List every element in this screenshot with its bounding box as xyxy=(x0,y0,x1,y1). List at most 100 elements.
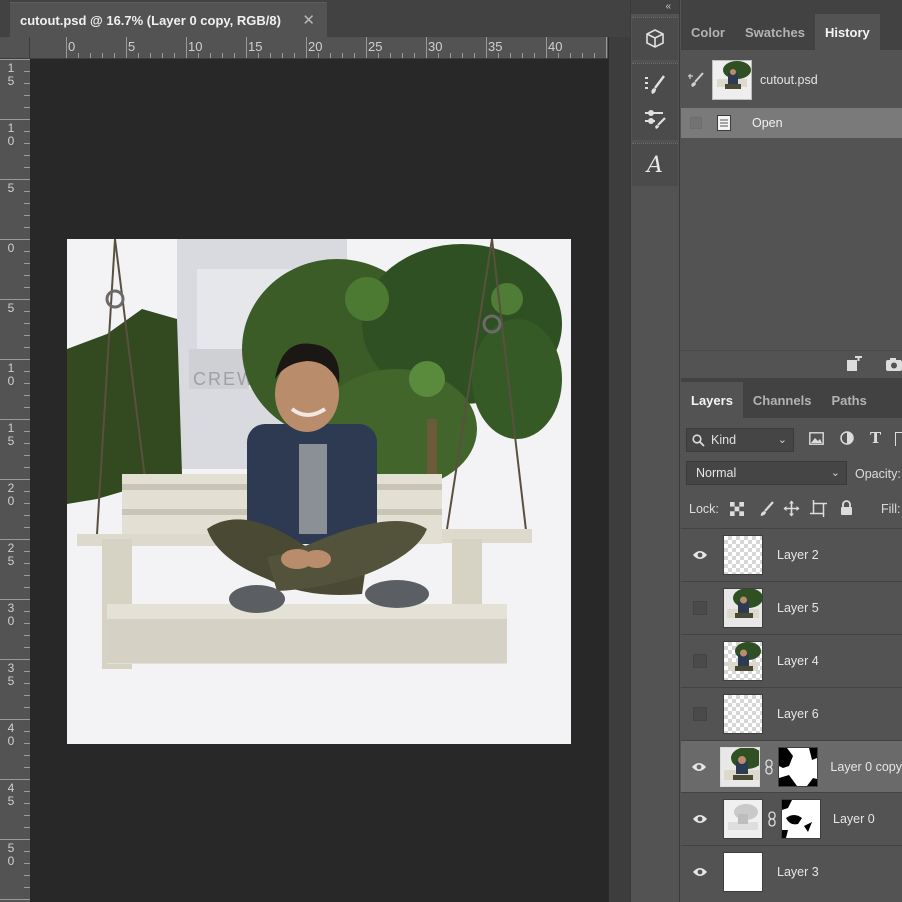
layer-row-selected[interactable]: Layer 0 copy xyxy=(681,740,902,792)
eye-icon xyxy=(693,814,707,823)
horizontal-ruler[interactable]: 0 5 10 15 20 25 30 35 40 xyxy=(30,37,608,59)
layer-name[interactable]: Layer 4 xyxy=(777,654,819,668)
lock-transparent-pixels-icon[interactable] xyxy=(730,502,744,521)
tab-channels[interactable]: Channels xyxy=(743,382,822,418)
chevron-down-icon: ⌄ xyxy=(830,467,840,479)
opacity-label: Opacity: xyxy=(855,467,901,481)
visibility-off-box xyxy=(693,653,707,668)
history-snapshot-thumbnail xyxy=(712,60,752,100)
lock-label: Lock: xyxy=(689,502,719,516)
layer-row[interactable]: Layer 6 xyxy=(681,687,902,739)
photo-swing-person: CREW xyxy=(67,239,571,744)
layer-row[interactable]: Layer 3 xyxy=(681,845,902,897)
ruler-origin[interactable] xyxy=(0,37,30,59)
fill-label: Fill: xyxy=(881,502,901,516)
glyphs-icon[interactable]: A xyxy=(632,148,678,182)
layer-visibility-toggle[interactable] xyxy=(681,846,719,898)
layer-visibility-toggle[interactable] xyxy=(681,688,719,740)
history-panel: Color Swatches History cutout.psd Open xyxy=(681,0,902,378)
blend-mode-value: Normal xyxy=(696,466,737,480)
layer-row[interactable]: Layer 0 xyxy=(681,792,902,844)
history-snapshot[interactable]: cutout.psd xyxy=(681,55,902,105)
v-ruler-label: 1 5 xyxy=(7,421,15,448)
layer-mask-thumbnail[interactable] xyxy=(781,798,821,839)
close-icon[interactable]: ✕ xyxy=(302,11,315,29)
tab-history[interactable]: History xyxy=(814,14,880,50)
document-tab[interactable]: cutout.psd @ 16.7% (Layer 0 copy, RGB/8)… xyxy=(10,2,327,37)
lock-all-icon[interactable] xyxy=(840,500,853,521)
vertical-ruler[interactable]: 1 5 1 0 5 0 5 1 0 1 5 2 0 2 5 3 0 3 5 4 … xyxy=(0,59,30,902)
v-ruler-label: 1 5 xyxy=(7,61,15,88)
layer-row[interactable]: Layer 2 xyxy=(681,528,902,580)
history-state-open[interactable]: Open xyxy=(681,108,902,138)
layer-name[interactable]: Layer 0 copy xyxy=(830,760,902,774)
3d-cube-icon[interactable] xyxy=(632,22,678,56)
link-icon[interactable] xyxy=(768,810,776,827)
vertical-scrollbar[interactable] xyxy=(608,37,630,902)
layer-thumbnail[interactable] xyxy=(723,798,763,839)
history-panel-tabs: Color Swatches History xyxy=(681,0,902,50)
filter-type-layers-icon[interactable]: T xyxy=(870,429,881,447)
layer-thumbnail[interactable] xyxy=(720,746,761,787)
filter-pixel-layers-icon[interactable] xyxy=(809,432,824,450)
tab-paths[interactable]: Paths xyxy=(821,382,876,418)
lock-row: Lock: Fill: xyxy=(681,494,902,524)
layer-name[interactable]: Layer 0 xyxy=(833,812,875,826)
h-ruler-label: 5 xyxy=(128,39,136,54)
layer-visibility-toggle[interactable] xyxy=(681,635,719,687)
h-ruler-label: 10 xyxy=(188,39,203,54)
link-icon[interactable] xyxy=(765,758,774,775)
v-ruler-label: 2 5 xyxy=(7,541,15,568)
layer-thumbnail[interactable] xyxy=(723,640,763,681)
h-ruler-label: 30 xyxy=(428,39,443,54)
layer-thumbnail[interactable] xyxy=(723,693,763,734)
lock-image-pixels-icon[interactable] xyxy=(758,501,774,522)
v-ruler-label: 1 0 xyxy=(7,121,15,148)
blend-mode-select[interactable]: Normal ⌄ xyxy=(686,461,847,485)
v-ruler-label: 5 0 xyxy=(7,841,15,868)
history-footer xyxy=(681,350,902,378)
layer-visibility-toggle[interactable] xyxy=(681,582,719,634)
history-brush-source-icon[interactable] xyxy=(687,72,705,93)
document-icon xyxy=(716,114,732,132)
layer-name[interactable]: Layer 5 xyxy=(777,601,819,615)
new-document-from-state-icon[interactable] xyxy=(845,354,863,377)
layer-thumbnail[interactable] xyxy=(723,851,763,892)
lock-artboard-icon[interactable] xyxy=(810,500,827,522)
eye-icon xyxy=(693,550,707,559)
layer-visibility-toggle[interactable] xyxy=(681,529,719,581)
history-checkbox[interactable] xyxy=(690,117,702,129)
v-ruler-label: 4 0 xyxy=(7,721,15,748)
tool-group-3d xyxy=(632,17,678,60)
layer-name[interactable]: Layer 3 xyxy=(777,865,819,879)
lock-position-icon[interactable] xyxy=(783,500,800,522)
collapse-panels-icon[interactable]: « xyxy=(631,0,679,14)
layer-row[interactable]: Layer 4 xyxy=(681,634,902,686)
document-image[interactable]: CREW xyxy=(67,239,571,744)
h-ruler-label: 15 xyxy=(248,39,263,54)
brush-settings-icon[interactable] xyxy=(632,102,678,136)
tool-group-brush xyxy=(632,63,678,140)
layer-name[interactable]: Layer 6 xyxy=(777,707,819,721)
layer-row[interactable]: Layer 5 xyxy=(681,581,902,633)
layer-name[interactable]: Layer 2 xyxy=(777,548,819,562)
h-ruler-label: 0 xyxy=(68,39,76,54)
search-icon xyxy=(692,433,705,447)
layer-mask-thumbnail[interactable] xyxy=(778,746,819,787)
filter-adjustment-layers-icon[interactable] xyxy=(840,431,854,450)
layer-thumbnail[interactable] xyxy=(723,534,763,575)
layer-filter-kind-select[interactable]: Kind ⌄ xyxy=(686,428,794,452)
tab-swatches[interactable]: Swatches xyxy=(735,14,815,50)
brush-presets-icon[interactable] xyxy=(632,68,678,102)
layer-thumbnail[interactable] xyxy=(723,587,763,628)
tab-color[interactable]: Color xyxy=(681,14,735,50)
history-state-label: Open xyxy=(752,116,783,130)
layer-visibility-toggle[interactable] xyxy=(681,741,717,793)
layer-visibility-toggle[interactable] xyxy=(681,793,719,845)
filter-shape-layers-icon[interactable] xyxy=(895,432,902,446)
tool-group-type: A xyxy=(632,143,678,186)
tab-layers[interactable]: Layers xyxy=(681,382,743,418)
h-ruler-label: 35 xyxy=(488,39,503,54)
camera-icon[interactable] xyxy=(885,356,902,377)
chevron-down-icon: ⌄ xyxy=(777,434,787,446)
